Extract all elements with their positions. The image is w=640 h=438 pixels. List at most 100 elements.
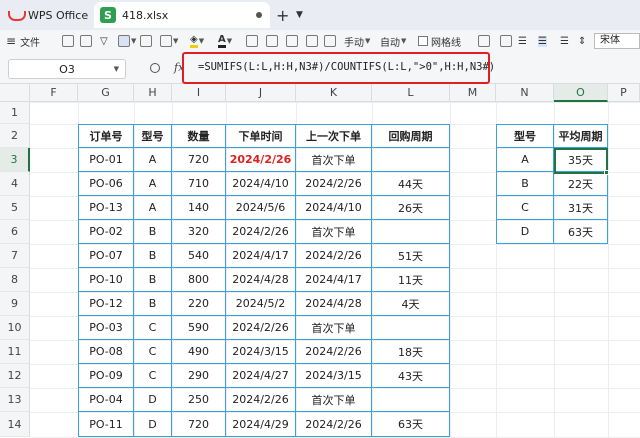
row-header-8[interactable]: 8 [0, 268, 30, 292]
order-table-cell[interactable]: 2024/4/17 [226, 244, 296, 268]
column-header-k[interactable]: K [296, 84, 372, 102]
order-table-cell[interactable]: PO-06 [78, 172, 134, 196]
order-table-cell[interactable]: 2024/4/28 [226, 268, 296, 292]
gridlines-toggle[interactable]: 网格线 [418, 33, 461, 49]
column-header-p[interactable]: P [608, 84, 640, 102]
order-table-cell[interactable]: C [134, 316, 172, 340]
clear-button[interactable] [478, 33, 490, 49]
order-table-cell[interactable]: 2024/4/27 [226, 364, 296, 388]
gridlines-checkbox[interactable] [418, 36, 428, 46]
order-table-cell[interactable] [372, 148, 450, 172]
row-header-3[interactable]: 3 [0, 148, 30, 172]
tab-list-chevron-icon[interactable]: ▼ [296, 10, 303, 20]
order-table-cell[interactable]: 590 [172, 316, 226, 340]
order-table-cell[interactable]: 首次下单 [296, 220, 372, 244]
order-table-cell[interactable]: PO-04 [78, 388, 134, 412]
wps-home-tab[interactable]: WPS Office [4, 2, 90, 28]
order-table-cell[interactable]: 2024/4/17 [296, 268, 372, 292]
align-left-button[interactable]: ☰ [518, 33, 527, 49]
align-right-button[interactable]: ☰ [560, 33, 569, 49]
format-painter-button[interactable] [246, 33, 258, 49]
order-table-cell[interactable] [372, 388, 450, 412]
font-color-button[interactable]: A ▼ [218, 33, 232, 49]
column-header-h[interactable]: H [134, 84, 172, 102]
row-header-2[interactable]: 2 [0, 124, 30, 148]
row-header-1[interactable]: 1 [0, 102, 30, 124]
row-header-14[interactable]: 14 [0, 412, 30, 437]
column-header-i[interactable]: I [172, 84, 226, 102]
column-header-g[interactable]: G [78, 84, 134, 102]
order-table-cell[interactable]: 720 [172, 148, 226, 172]
order-table-cell[interactable]: A [134, 148, 172, 172]
order-table-cell[interactable]: B [134, 292, 172, 316]
order-table-cell[interactable]: 290 [172, 364, 226, 388]
order-table-cell[interactable]: PO-09 [78, 364, 134, 388]
summary-table-cell[interactable]: C [496, 196, 554, 220]
summary-table-header[interactable]: 平均周期 [554, 124, 608, 148]
row-header-5[interactable]: 5 [0, 196, 30, 220]
order-table-cell[interactable]: 540 [172, 244, 226, 268]
order-table-cell[interactable]: 2024/2/26 [296, 340, 372, 364]
order-table-cell[interactable]: 11天 [372, 268, 450, 292]
order-table-cell[interactable]: D [134, 388, 172, 412]
order-table-cell[interactable]: 2024/5/6 [226, 196, 296, 220]
fill-handle[interactable] [604, 170, 609, 175]
order-table-cell[interactable]: 710 [172, 172, 226, 196]
order-table-cell[interactable]: 2024/4/10 [226, 172, 296, 196]
order-table-cell[interactable]: PO-01 [78, 148, 134, 172]
freeze-button[interactable] [266, 33, 278, 49]
file-tab[interactable]: S 418.xlsx [94, 2, 270, 28]
order-table-cell[interactable]: PO-08 [78, 340, 134, 364]
order-table-cell[interactable]: 4天 [372, 292, 450, 316]
order-table-cell[interactable]: 250 [172, 388, 226, 412]
order-table-cell[interactable]: 首次下单 [296, 388, 372, 412]
summary-table-cell[interactable]: B [496, 172, 554, 196]
order-table-cell[interactable]: 2024/3/15 [296, 364, 372, 388]
order-table-header[interactable]: 型号 [134, 124, 172, 148]
save-button[interactable] [62, 33, 74, 49]
row-header-12[interactable]: 12 [0, 364, 30, 388]
summary-table-cell[interactable]: A [496, 148, 554, 172]
order-table-cell[interactable]: PO-02 [78, 220, 134, 244]
order-table-cell[interactable]: PO-03 [78, 316, 134, 340]
row-header-13[interactable]: 13 [0, 388, 30, 412]
row-header-10[interactable]: 10 [0, 316, 30, 340]
summary-table-cell[interactable]: 22天 [554, 172, 608, 196]
order-table-cell[interactable]: PO-10 [78, 268, 134, 292]
order-table-cell[interactable]: 720 [172, 412, 226, 437]
name-box[interactable]: O3 ▼ [8, 59, 126, 79]
order-table-cell[interactable]: PO-07 [78, 244, 134, 268]
order-table-cell[interactable]: 2024/3/15 [226, 340, 296, 364]
column-header-n[interactable]: N [496, 84, 554, 102]
order-table-cell[interactable]: 2024/2/26 [226, 148, 296, 172]
column-header-f[interactable]: F [30, 84, 78, 102]
expand-button[interactable]: ⇕ [578, 33, 586, 49]
column-header-m[interactable]: M [450, 84, 496, 102]
summary-table-cell[interactable]: D [496, 220, 554, 244]
align-center-button[interactable]: ☰ [538, 33, 547, 49]
print-button[interactable] [80, 33, 92, 49]
image-button[interactable] [286, 33, 298, 49]
row-header-4[interactable]: 4 [0, 172, 30, 196]
table-button[interactable] [324, 33, 336, 49]
order-table-cell[interactable]: 2024/4/10 [296, 196, 372, 220]
row-header-7[interactable]: 7 [0, 244, 30, 268]
order-table-cell[interactable]: PO-11 [78, 412, 134, 437]
summary-table-header[interactable]: 型号 [496, 124, 554, 148]
filter-button[interactable]: ▽ [100, 33, 108, 49]
order-table-cell[interactable]: 43天 [372, 364, 450, 388]
order-table-cell[interactable]: 首次下单 [296, 316, 372, 340]
fill-color-button[interactable]: ◈ ▼ [190, 33, 204, 49]
row-header-11[interactable]: 11 [0, 340, 30, 364]
summary-table-cell[interactable]: 31天 [554, 196, 608, 220]
merge-button[interactable] [500, 33, 512, 49]
select-all-corner[interactable] [0, 84, 30, 102]
order-table-cell[interactable]: A [134, 172, 172, 196]
row-header-6[interactable]: 6 [0, 220, 30, 244]
order-table-cell[interactable]: C [134, 364, 172, 388]
order-table-cell[interactable]: 320 [172, 220, 226, 244]
order-table-cell[interactable]: 51天 [372, 244, 450, 268]
order-table-cell[interactable]: B [134, 268, 172, 292]
auto-calc-button[interactable]: 自动 ▼ [380, 33, 406, 49]
order-table-cell[interactable]: 800 [172, 268, 226, 292]
